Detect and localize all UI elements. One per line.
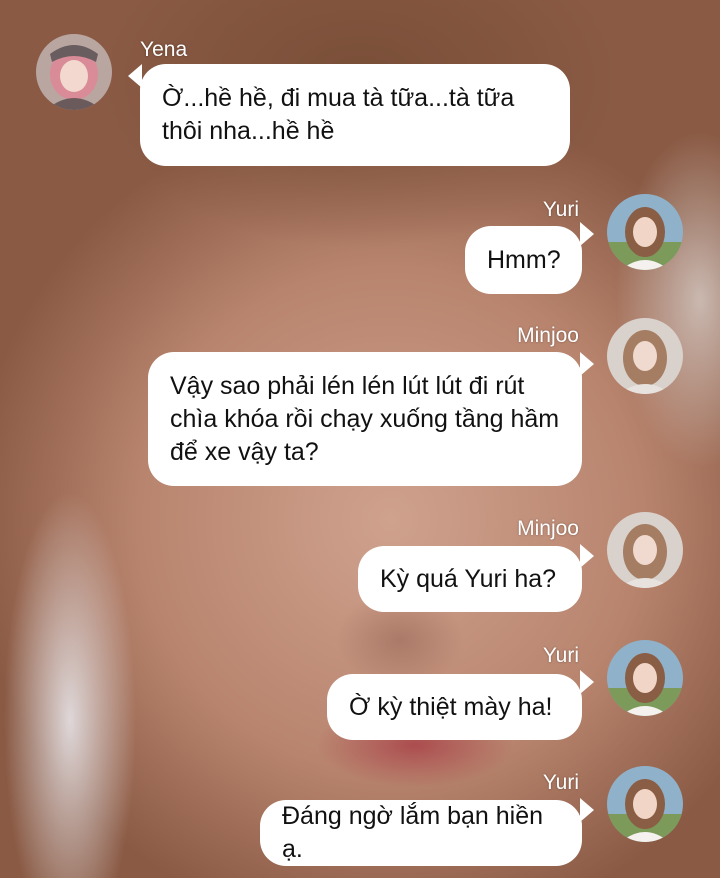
- message-bubble[interactable]: Ờ...hề hề, đi mua tà tữa...tà tữa thôi n…: [140, 64, 570, 166]
- bubble-tail: [580, 544, 594, 568]
- sender-name: Minjoo: [517, 517, 579, 540]
- avatar-yena[interactable]: [36, 34, 112, 110]
- message-bubble[interactable]: Ờ kỳ thiệt mày ha!: [327, 674, 582, 740]
- message-bubble[interactable]: Kỳ quá Yuri ha?: [358, 546, 582, 612]
- bubble-tail: [580, 798, 594, 822]
- message-text: Ờ kỳ thiệt mày ha!: [349, 692, 553, 721]
- message-text: Hmm?: [487, 245, 561, 274]
- sender-name: Yena: [140, 38, 188, 61]
- avatar-yuri[interactable]: [607, 194, 683, 270]
- sender-name: Yuri: [542, 644, 579, 667]
- sender-name: Yuri: [542, 771, 579, 794]
- bubble-tail: [580, 670, 594, 694]
- message-bubble[interactable]: Hmm?: [465, 226, 582, 294]
- avatar-yuri[interactable]: [607, 640, 683, 716]
- message-text: Đáng ngờ lắm bạn hiền ạ.: [282, 802, 544, 863]
- message-bubble[interactable]: Vậy sao phải lén lén lút lút đi rút chìa…: [148, 352, 582, 486]
- sender-name: Yuri: [542, 198, 579, 221]
- avatar-yuri[interactable]: [607, 766, 683, 842]
- message-text: Ờ...hề hề, đi mua tà tữa...tà tữa thôi n…: [162, 84, 515, 145]
- message-text: Vậy sao phải lén lén lút lút đi rút chìa…: [170, 371, 560, 466]
- avatar-minjoo[interactable]: [607, 318, 683, 394]
- sender-name: Minjoo: [517, 324, 579, 347]
- avatar-minjoo[interactable]: [607, 512, 683, 588]
- bubble-tail: [580, 352, 594, 376]
- message-bubble[interactable]: Đáng ngờ lắm bạn hiền ạ.: [260, 800, 582, 866]
- bubble-tail: [580, 222, 594, 246]
- message-text: Kỳ quá Yuri ha?: [380, 564, 557, 593]
